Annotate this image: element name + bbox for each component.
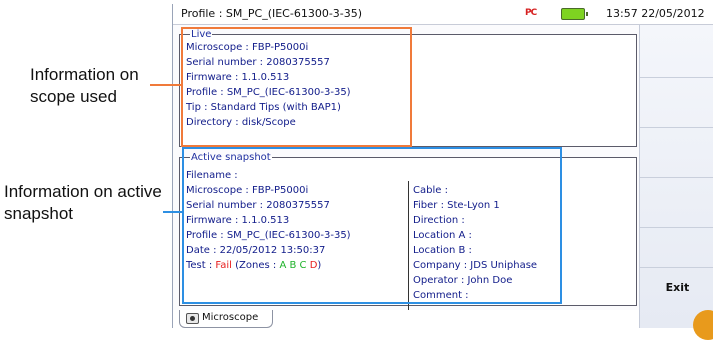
tab-microscope-label: Microscope bbox=[202, 312, 259, 323]
tab-microscope[interactable]: Microscope bbox=[179, 310, 273, 328]
snapshot-info-leader-line bbox=[163, 211, 182, 213]
scope-info-highlight bbox=[181, 27, 412, 147]
tab-bar: Microscope bbox=[173, 310, 639, 328]
softkey-2[interactable] bbox=[640, 77, 713, 128]
title-bar: Profile : SM_PC_(IEC-61300-3-35) PC 13:5… bbox=[173, 4, 713, 25]
scope-info-leader-line bbox=[150, 84, 181, 86]
pc-connection-icon: PC bbox=[525, 8, 537, 18]
window-title: Profile : SM_PC_(IEC-61300-3-35) bbox=[181, 7, 363, 20]
softkey-1[interactable] bbox=[640, 25, 713, 78]
battery-icon bbox=[561, 8, 588, 20]
snapshot-info-callout-text: Information on active snapshot bbox=[4, 182, 162, 223]
exit-button[interactable]: Exit bbox=[640, 281, 713, 294]
softkey-3[interactable] bbox=[640, 127, 713, 178]
clock: 13:57 22/05/2012 bbox=[606, 7, 705, 20]
softkey-4[interactable] bbox=[640, 177, 713, 228]
scope-info-callout-text: Information on scope used bbox=[30, 65, 139, 106]
snapshot-info-highlight bbox=[182, 147, 562, 304]
scope-info-callout: Information on scope used bbox=[30, 64, 170, 108]
softkey-sidebar: Exit bbox=[639, 25, 713, 328]
snapshot-info-callout: Information on active snapshot bbox=[4, 181, 174, 225]
microscope-icon bbox=[186, 313, 199, 324]
corner-arrow-icon bbox=[693, 310, 713, 340]
softkey-5[interactable] bbox=[640, 227, 713, 268]
